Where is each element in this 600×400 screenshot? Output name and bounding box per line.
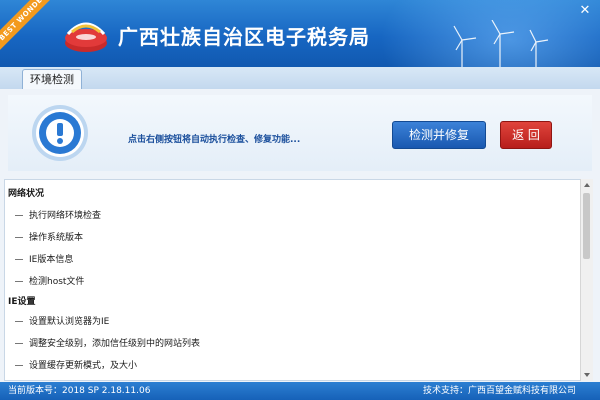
instruction-text: 点击右侧按钮将自动执行检查、修复功能... <box>128 135 301 145</box>
title-bar: BEST WONDER 广西壮族自治区电子税务局 ✕ <box>0 0 600 67</box>
list-item: 设置默认浏览器为IE <box>15 314 109 327</box>
list-item: 调整安全级别，添加信任级别中的网站列表 <box>15 336 200 349</box>
list-item: 检测host文件 <box>15 274 84 287</box>
tab-environment-check[interactable]: 环境检测 <box>22 69 82 89</box>
detect-and-repair-button[interactable]: 检测并修复 <box>392 121 486 149</box>
status-bar: 当前版本号：2018 SP 2.18.11.06 技术支持：广西百望金赋科技有限… <box>0 382 600 400</box>
check-list: 网络状况 执行网络环境检查 操作系统版本 IE版本信息 检测host文件 IE设… <box>4 179 582 381</box>
app-title: 广西壮族自治区电子税务局 <box>118 25 370 49</box>
scroll-up-icon[interactable] <box>584 183 590 187</box>
scroll-thumb[interactable] <box>583 193 590 259</box>
tab-strip: 环境检测 <box>0 67 600 90</box>
action-banner: 点击右侧按钮将自动执行检查、修复功能... 检测并修复 返 回 <box>8 95 592 171</box>
group-title-ie: IE设置 <box>8 297 36 307</box>
exclamation-icon <box>32 105 88 161</box>
back-button[interactable]: 返 回 <box>500 121 552 149</box>
close-icon[interactable]: ✕ <box>578 4 592 18</box>
group-title-network: 网络状况 <box>8 189 45 199</box>
list-item: 设置缓存更新模式，及大小 <box>15 358 137 371</box>
vertical-scrollbar[interactable] <box>580 179 593 381</box>
wind-turbine-graphic <box>453 20 549 67</box>
tax-bureau-logo <box>65 22 107 52</box>
main-panel: 点击右侧按钮将自动执行检查、修复功能... 检测并修复 返 回 网络状况 执行网… <box>0 89 600 382</box>
version-label: 当前版本号：2018 SP 2.18.11.06 <box>8 386 151 396</box>
list-item: IE版本信息 <box>15 252 73 265</box>
corner-ribbon: BEST WONDER <box>0 0 60 54</box>
scroll-down-icon[interactable] <box>584 373 590 377</box>
list-item: 执行网络环境检查 <box>15 208 101 221</box>
support-label: 技术支持：广西百望金赋科技有限公司 <box>422 386 576 396</box>
list-item: 操作系统版本 <box>15 230 83 243</box>
